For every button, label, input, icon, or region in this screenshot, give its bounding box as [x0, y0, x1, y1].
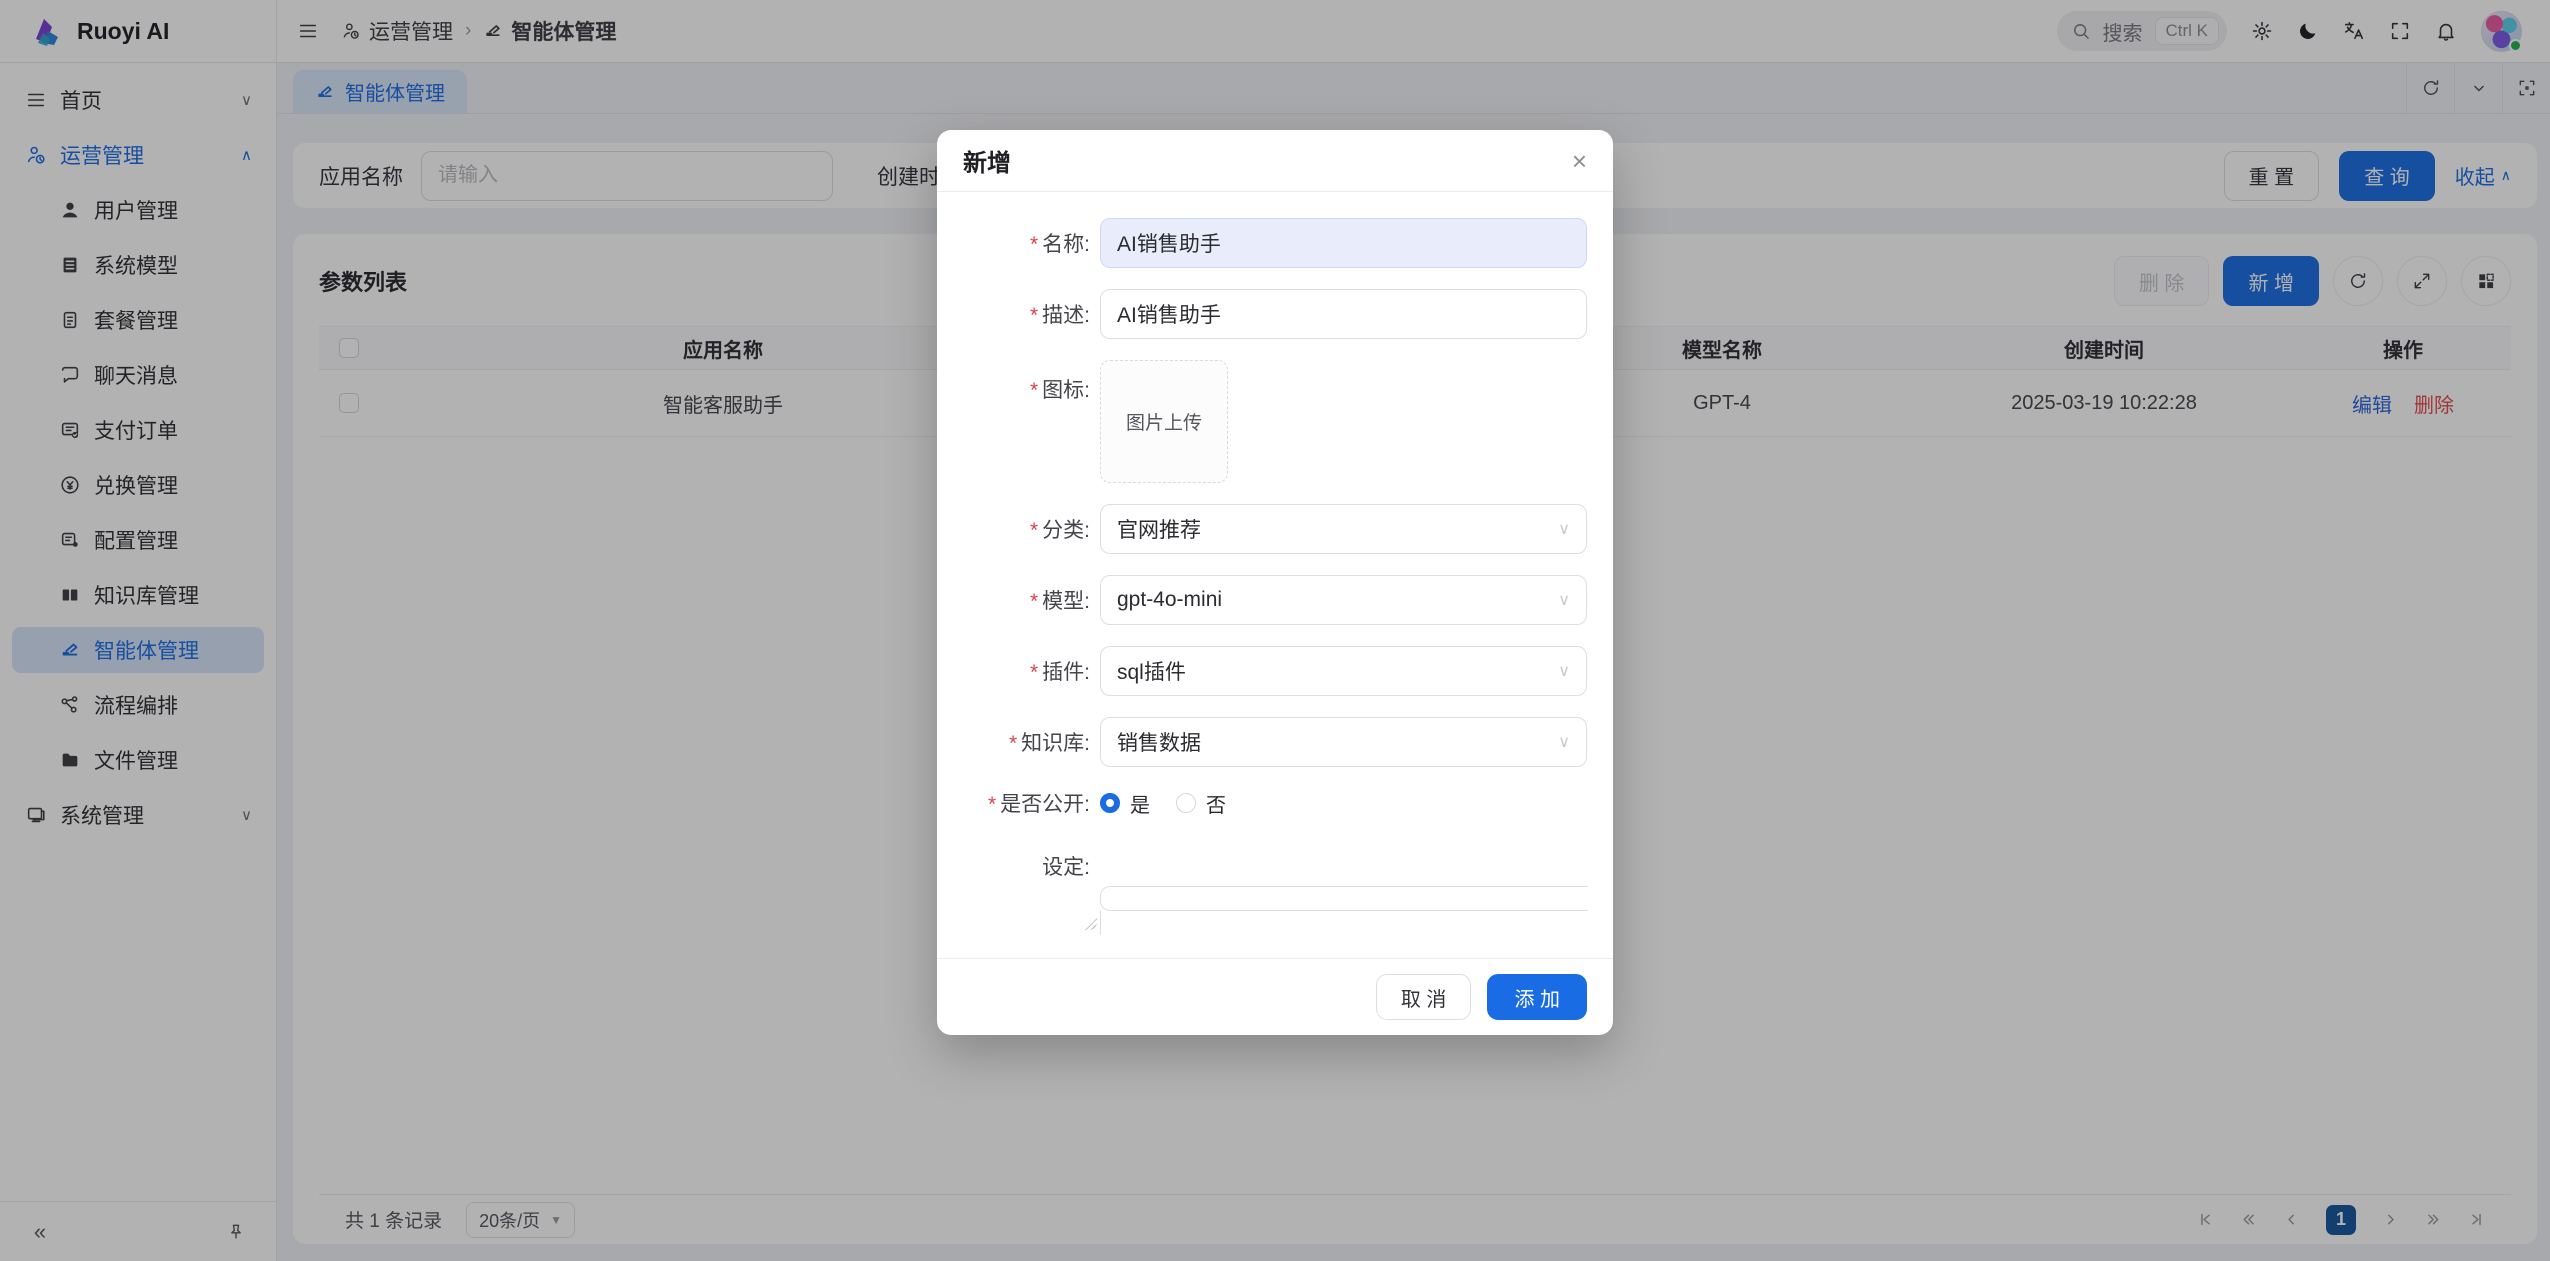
image-upload-dropzone[interactable]: 图片上传: [1100, 360, 1228, 483]
form-row-settings: 设定:: [937, 839, 1587, 935]
dialog-title: 新增: [963, 143, 1011, 178]
description-input[interactable]: [1100, 289, 1587, 339]
public-field-label: 是否公开:: [1000, 793, 1090, 816]
radio-selected-dot: [1100, 793, 1120, 813]
chevron-down-icon: ∨: [1558, 732, 1570, 752]
form-row-description: *描述:: [937, 289, 1587, 339]
dialog-footer: 取 消 添 加: [937, 958, 1613, 1035]
plugin-field-label: 插件:: [1042, 661, 1090, 684]
radio-no[interactable]: 否: [1176, 789, 1226, 818]
description-field-label: 描述:: [1042, 304, 1090, 327]
knowledge-field-label: 知识库:: [1021, 732, 1090, 755]
dialog-form: *名称: *描述: *图标: 图片上传 *分类: 官网推荐 ∨: [937, 192, 1613, 958]
knowledge-select[interactable]: 销售数据 ∨: [1100, 717, 1587, 767]
required-mark: *: [1030, 233, 1038, 256]
form-row-category: *分类: 官网推荐 ∨: [937, 504, 1587, 554]
icon-field-label: 图标:: [1042, 379, 1090, 402]
settings-textarea[interactable]: [1101, 839, 1588, 905]
plugin-select[interactable]: sql插件 ∨: [1100, 646, 1587, 696]
model-select[interactable]: gpt-4o-mini ∨: [1100, 575, 1587, 625]
form-row-icon: *图标: 图片上传: [937, 360, 1587, 483]
add-agent-dialog: 新增 × *名称: *描述: *图标: 图片上传 *分类: 官网推荐: [937, 130, 1613, 1035]
name-input[interactable]: [1100, 218, 1587, 268]
settings-textarea-wrap: [1100, 886, 1588, 935]
radio-unselected-dot: [1176, 793, 1196, 813]
form-row-public: *是否公开: 是 否: [937, 788, 1587, 818]
model-field-label: 模型:: [1042, 590, 1090, 613]
form-row-model: *模型: gpt-4o-mini ∨: [937, 575, 1587, 625]
settings-field-label: 设定:: [1042, 856, 1090, 879]
category-field-label: 分类:: [1042, 519, 1090, 542]
name-field-label: 名称:: [1042, 233, 1090, 256]
public-radio-group: 是 否: [1100, 789, 1587, 818]
form-row-name: *名称:: [937, 218, 1587, 268]
submit-add-button[interactable]: 添 加: [1487, 974, 1587, 1020]
chevron-down-icon: ∨: [1558, 661, 1570, 681]
close-icon[interactable]: ×: [1572, 148, 1587, 174]
category-select[interactable]: 官网推荐 ∨: [1100, 504, 1587, 554]
upload-text: 图片上传: [1126, 408, 1202, 435]
form-row-knowledge: *知识库: 销售数据 ∨: [937, 717, 1587, 767]
form-row-plugin: *插件: sql插件 ∨: [937, 646, 1587, 696]
dialog-header: 新增 ×: [937, 130, 1613, 192]
radio-yes[interactable]: 是: [1100, 789, 1150, 818]
chevron-down-icon: ∨: [1558, 519, 1570, 539]
chevron-down-icon: ∨: [1558, 590, 1570, 610]
cancel-button[interactable]: 取 消: [1376, 974, 1472, 1020]
